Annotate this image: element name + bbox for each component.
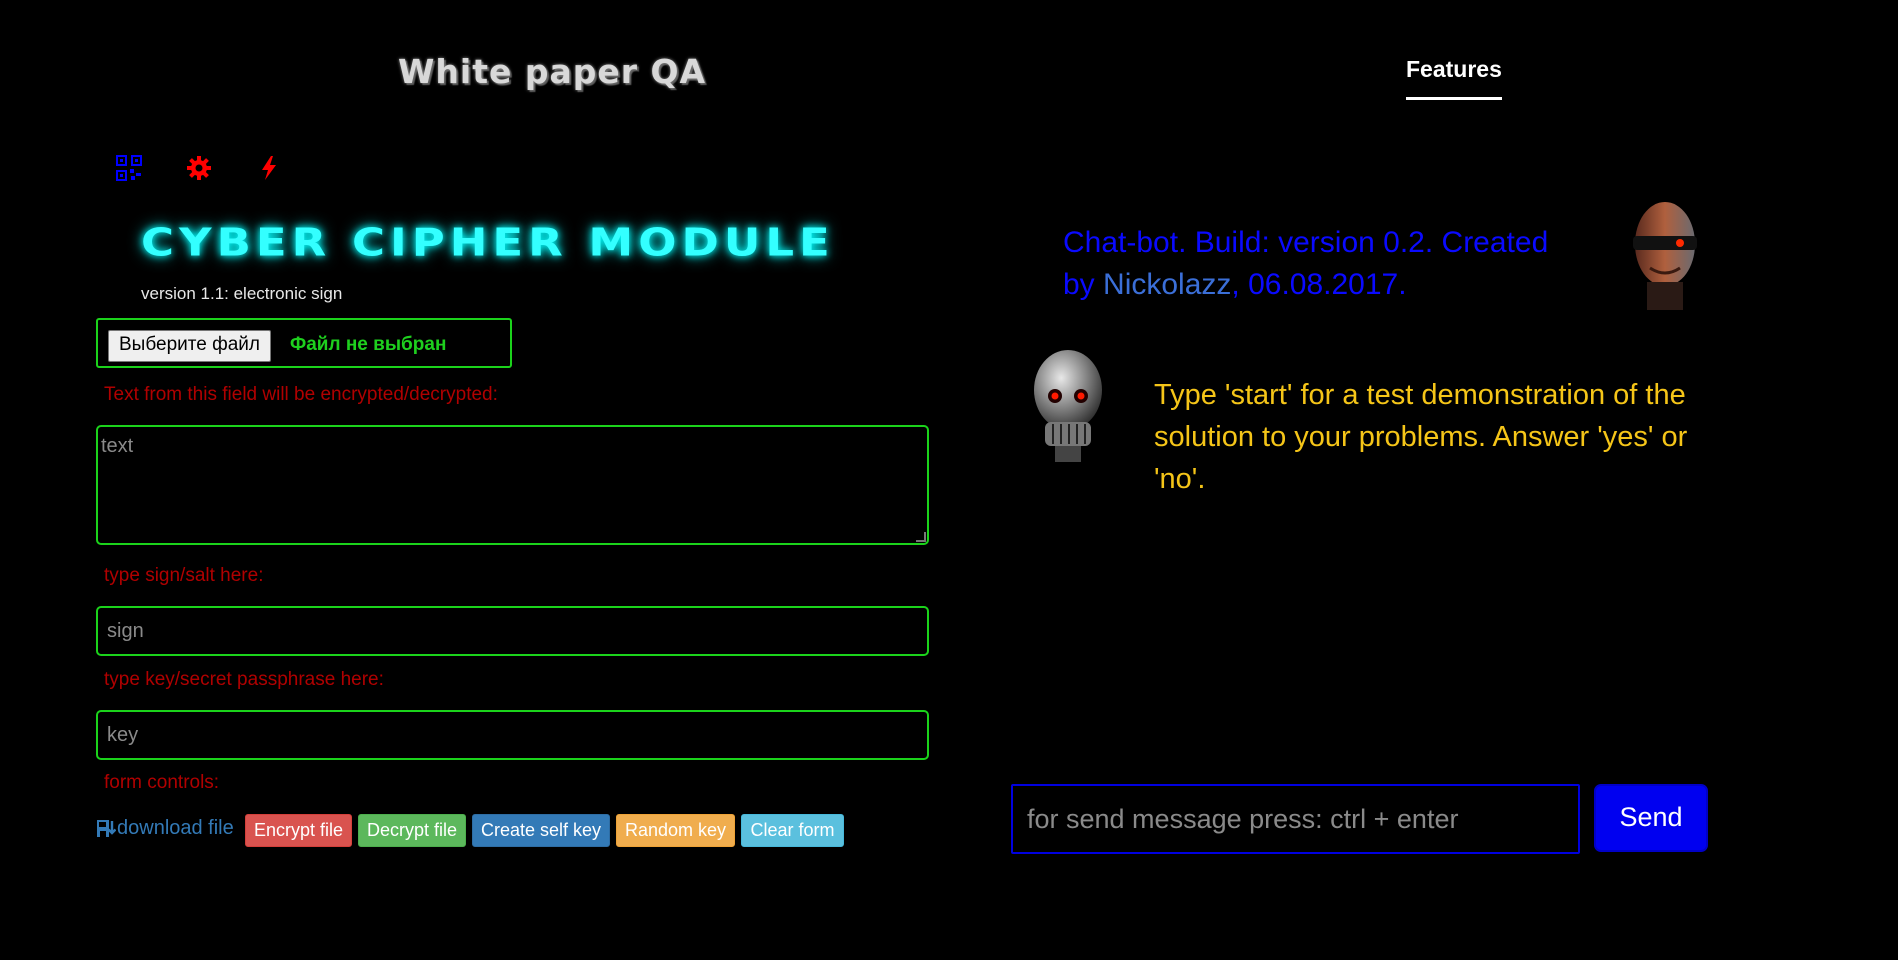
- file-picker: Выберите файл Файл не выбран: [96, 318, 512, 368]
- file-status: Файл не выбран: [290, 334, 447, 355]
- module-title: Cyber Cipher Module: [141, 220, 835, 266]
- chat-message-input[interactable]: [1011, 784, 1580, 854]
- endoskeleton-avatar: [1034, 350, 1102, 462]
- qr-code-icon[interactable]: [116, 155, 142, 181]
- sign-input[interactable]: [96, 606, 929, 656]
- resize-grip[interactable]: [916, 532, 926, 542]
- text-area[interactable]: [96, 425, 929, 545]
- text-field-label: Text from this field will be encrypted/d…: [104, 384, 498, 405]
- terminator-avatar: [1633, 202, 1697, 310]
- random-key-button[interactable]: Random key: [616, 814, 735, 847]
- lightning-icon[interactable]: [256, 155, 282, 181]
- key-input[interactable]: [96, 710, 929, 760]
- bot-info-date: , 06.08.2017.: [1231, 268, 1407, 301]
- create-self-key-button[interactable]: Create self key: [472, 814, 610, 847]
- download-file-link[interactable]: download file: [96, 817, 234, 840]
- clear-form-button[interactable]: Clear form: [741, 814, 844, 847]
- author-link[interactable]: Nickolazz: [1103, 268, 1231, 301]
- encrypt-file-button[interactable]: Encrypt file: [245, 814, 352, 847]
- floppy-download-icon: [97, 819, 116, 837]
- page: White paper QA Features Cyber Cipher Mod…: [0, 0, 1898, 960]
- site-title: White paper QA: [398, 52, 707, 91]
- nav-features-link[interactable]: Features: [1406, 56, 1502, 100]
- key-field-label: type key/secret passphrase here:: [104, 669, 384, 690]
- choose-file-button[interactable]: Выберите файл: [108, 330, 271, 362]
- module-version: version 1.1: electronic sign: [141, 284, 343, 303]
- bot-message: Type 'start' for a test demonstration of…: [1154, 379, 1688, 495]
- controls-label: form controls:: [104, 772, 220, 793]
- bot-info: Chat-bot. Build: version 0.2. Created by…: [1063, 222, 1583, 306]
- decrypt-file-button[interactable]: Decrypt file: [358, 814, 466, 847]
- text-area-wrapper: [96, 425, 929, 545]
- download-file-label: download file: [117, 817, 234, 839]
- sign-field-label: type sign/salt here:: [104, 565, 264, 586]
- send-button[interactable]: Send: [1594, 784, 1708, 852]
- gear-icon[interactable]: [186, 155, 212, 181]
